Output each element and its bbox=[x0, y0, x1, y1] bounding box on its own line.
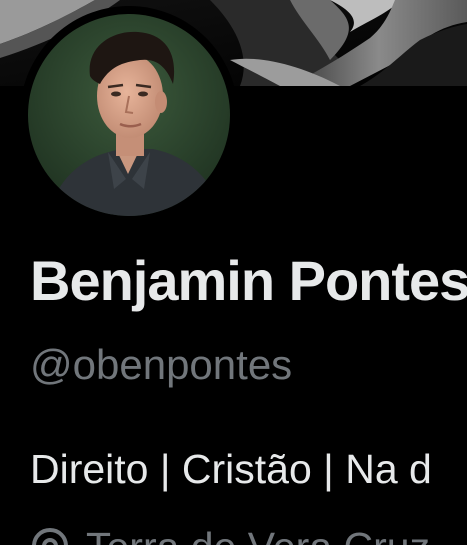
location-text: Terra de Vera Cruz bbox=[86, 527, 430, 545]
username-handle: @obenpontes bbox=[30, 341, 293, 388]
profile-bio: Direito | Cristão | Na d bbox=[30, 446, 432, 492]
profile-header: Benjamin Pontes @obenpontes Direito | Cr… bbox=[0, 0, 467, 545]
avatar[interactable] bbox=[28, 14, 230, 216]
display-name: Benjamin Pontes bbox=[30, 249, 467, 312]
location-pin-icon bbox=[30, 527, 70, 545]
